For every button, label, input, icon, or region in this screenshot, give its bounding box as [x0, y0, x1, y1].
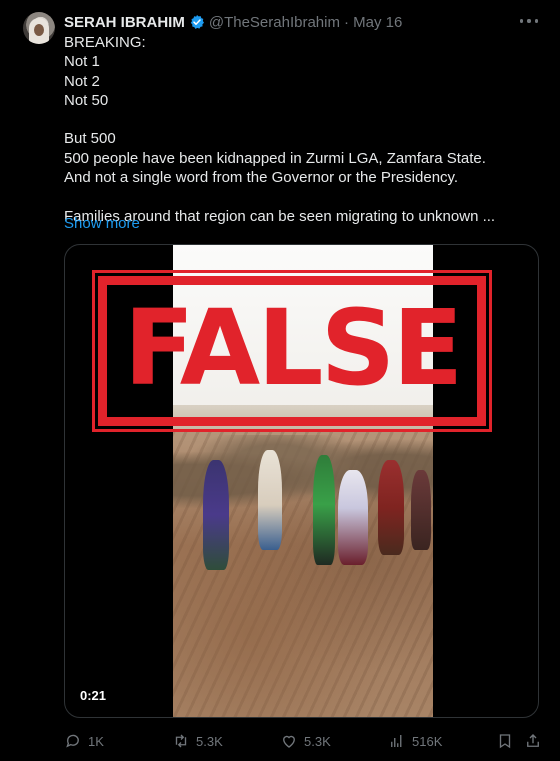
- tweet-actions: 1K 5.3K 5.3K 516K: [64, 731, 539, 751]
- share-button[interactable]: [524, 732, 542, 750]
- tweet-line: [64, 110, 534, 129]
- tweet-text: BREAKING: Not 1 Not 2 Not 50 But 500 500…: [64, 33, 534, 226]
- avatar-face: [34, 24, 44, 36]
- tweet: SERAH IBRAHIM @TheSerahIbrahim · May 16 …: [0, 0, 560, 761]
- reply-count: 1K: [88, 733, 104, 749]
- tweet-date[interactable]: · May 16: [344, 14, 402, 31]
- tweet-header: SERAH IBRAHIM @TheSerahIbrahim · May 16: [64, 12, 402, 32]
- reply-button[interactable]: 1K: [64, 732, 104, 750]
- like-count: 5.3K: [304, 733, 331, 749]
- verified-badge-icon: [189, 14, 205, 30]
- tweet-line: Not 1: [64, 53, 100, 71]
- video-duration: 0:21: [75, 686, 112, 705]
- stamp-text: FALSE: [123, 287, 464, 409]
- repost-button[interactable]: 5.3K: [172, 732, 223, 750]
- heart-icon: [283, 735, 295, 748]
- bookmark-icon: [499, 734, 511, 749]
- more-options-icon[interactable]: [520, 14, 538, 28]
- tweet-line: [64, 187, 534, 206]
- tweet-line: 500 people have been kidnapped in Zurmi …: [64, 149, 486, 167]
- tweet-line: But 500: [64, 130, 116, 148]
- tweet-line: BREAKING:: [64, 34, 146, 51]
- tweet-line: And not a single word from the Governor …: [64, 169, 459, 187]
- analytics-icon: [391, 735, 402, 747]
- views-count: 516K: [412, 733, 443, 749]
- reply-icon: [66, 734, 79, 748]
- repost-icon: [175, 734, 187, 748]
- like-button[interactable]: 5.3K: [280, 732, 331, 750]
- bookmark-button[interactable]: [496, 732, 514, 750]
- share-icon: [527, 734, 539, 747]
- author-handle[interactable]: @TheSerahIbrahim: [209, 14, 340, 31]
- views-button[interactable]: 516K: [388, 732, 442, 750]
- tweet-line: Not 50: [64, 91, 109, 109]
- show-more-link[interactable]: Show more: [64, 215, 140, 232]
- author-name[interactable]: SERAH IBRAHIM: [64, 14, 185, 31]
- false-stamp: FALSE: [92, 270, 492, 432]
- tweet-line: Not 2: [64, 72, 100, 90]
- avatar[interactable]: [23, 12, 55, 44]
- repost-count: 5.3K: [196, 733, 223, 749]
